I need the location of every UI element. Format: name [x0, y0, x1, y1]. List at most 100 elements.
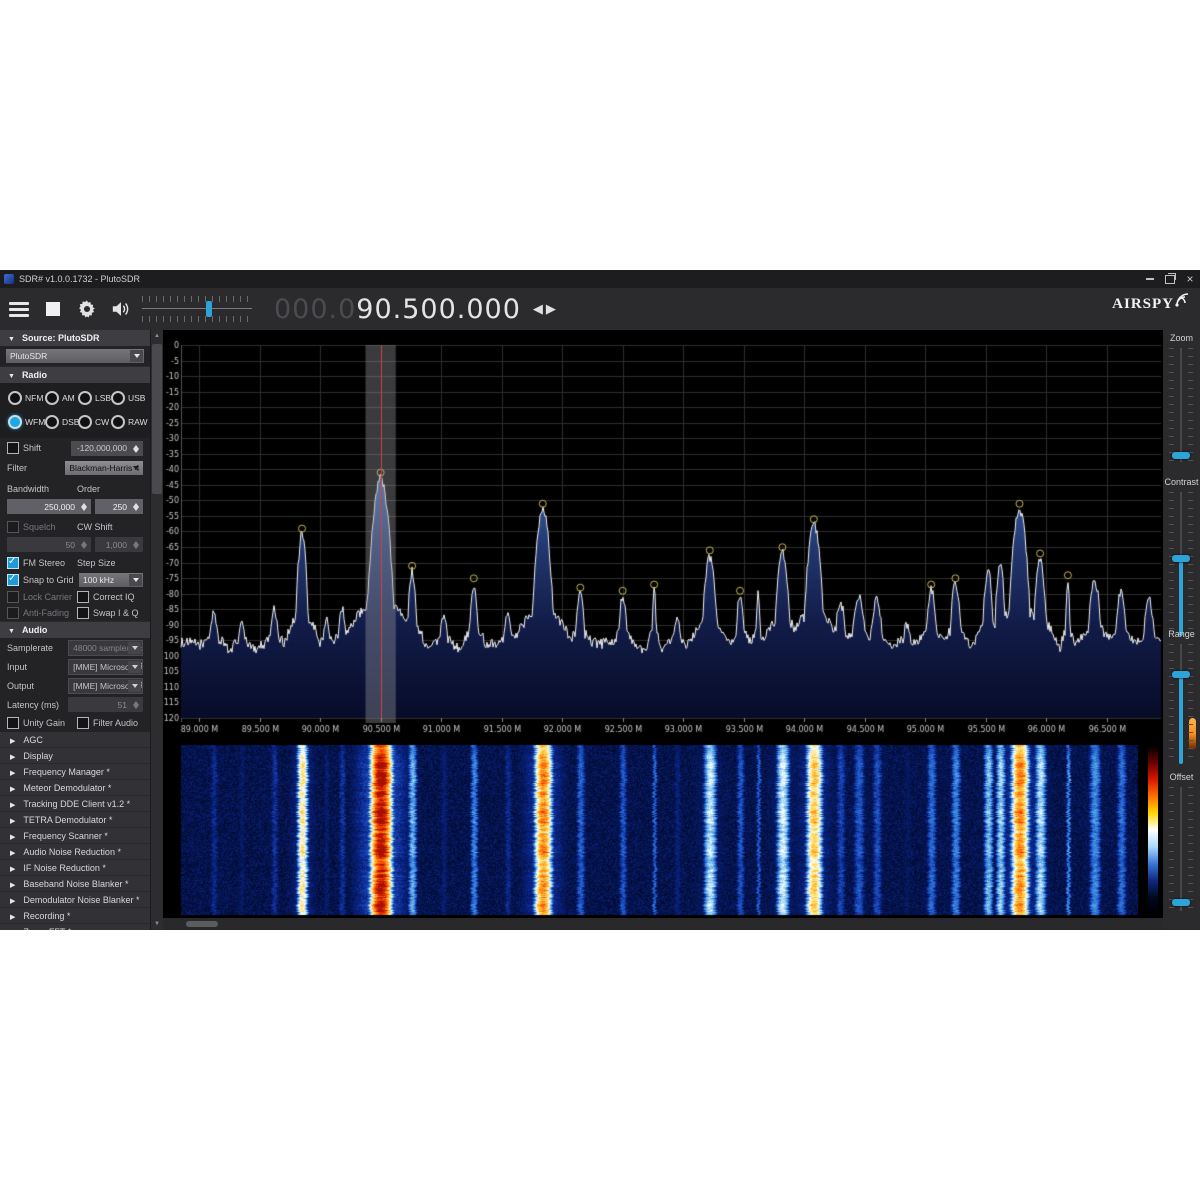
audio-output-select[interactable]: [MME] Microsoft 声 — [68, 678, 143, 694]
unity-gain-checkbox[interactable]: Unity Gain — [7, 717, 73, 729]
spinner-arrows-icon[interactable] — [130, 442, 142, 455]
panel-audio-noise-reduction[interactable]: Audio Noise Reduction * — [0, 844, 150, 860]
tune-up-icon[interactable]: ▶ — [546, 301, 556, 317]
correct-iq-checkbox[interactable]: Correct IQ — [77, 591, 143, 603]
volume-slider-thumb[interactable] — [206, 301, 212, 317]
shift-value: -120,000,000 — [77, 443, 127, 453]
shift-checkbox[interactable]: Shift — [7, 442, 67, 454]
mode-usb[interactable]: USB — [111, 391, 147, 405]
audio-input-label: Input — [7, 662, 64, 672]
lock-carrier-checkbox[interactable]: Lock Carrier — [7, 591, 73, 603]
frequency-dim-digits: 000.0 — [274, 294, 356, 325]
volume-slider[interactable] — [142, 294, 252, 324]
panel-agc[interactable]: AGC — [0, 732, 150, 748]
close-button[interactable]: × — [1180, 270, 1200, 288]
slider-track — [1180, 787, 1182, 911]
spinner-arrows-icon[interactable] — [130, 500, 142, 513]
title-bar: SDR# v1.0.0.1732 - PlutoSDR × — [0, 270, 1200, 288]
mode-wfm[interactable]: WFM — [8, 415, 45, 429]
fm-stereo-checkbox[interactable]: FM Stereo — [7, 557, 73, 569]
audio-mute-button[interactable] — [106, 293, 136, 325]
expand-triangle-icon — [10, 767, 15, 777]
source-device-select[interactable]: PlutoSDR — [6, 349, 144, 363]
filter-audio-checkbox[interactable]: Filter Audio — [77, 717, 143, 729]
slider-thumb[interactable] — [1172, 671, 1190, 678]
panel-frequency-scanner[interactable]: Frequency Scanner * — [0, 828, 150, 844]
dropdown-arrow-icon — [128, 642, 141, 654]
shift-value-input[interactable]: -120,000,000 — [71, 441, 143, 456]
radio-section-header[interactable]: Radio — [0, 366, 150, 383]
scroll-up-icon[interactable]: ▲ — [151, 330, 163, 342]
latency-input[interactable]: 51 — [68, 697, 143, 712]
panel-frequency-manager[interactable]: Frequency Manager * — [0, 764, 150, 780]
frequency-scrollbar-thumb[interactable] — [186, 921, 218, 927]
panel-demodulator-noise-blanker[interactable]: Demodulator Noise Blanker * — [0, 892, 150, 908]
panel-label: Meteor Demodulator * — [23, 783, 111, 793]
order-input[interactable]: 250 — [95, 499, 143, 514]
scrollbar-thumb[interactable] — [152, 344, 162, 494]
audio-section-header[interactable]: Audio — [0, 621, 150, 638]
app-icon — [4, 274, 14, 284]
settings-button[interactable] — [72, 293, 102, 325]
panel-baseband-noise-blanker[interactable]: Baseband Noise Blanker * — [0, 876, 150, 892]
spinner-arrows-icon[interactable] — [78, 500, 90, 513]
mode-nfm[interactable]: NFM — [8, 391, 45, 405]
slider-fill — [1179, 677, 1183, 764]
stop-button[interactable] — [38, 293, 68, 325]
minimize-icon — [1146, 278, 1154, 280]
panel-zoom-fft[interactable]: Zoom FFT * — [0, 924, 150, 930]
mode-am[interactable]: AM — [45, 391, 78, 405]
minimize-button[interactable] — [1140, 270, 1160, 288]
frequency-display[interactable]: 000.090.500.000 — [274, 294, 521, 325]
spinner-arrows-icon — [130, 538, 142, 551]
restore-button[interactable] — [1160, 270, 1180, 288]
squelch-checkbox[interactable]: Squelch — [7, 521, 73, 533]
audio-input-select[interactable]: [MME] Microsoft 声 — [68, 659, 143, 675]
panel-if-noise-reduction[interactable]: IF Noise Reduction * — [0, 860, 150, 876]
anti-fading-checkbox[interactable]: Anti-Fading — [7, 607, 73, 619]
lock-carrier-label: Lock Carrier — [23, 592, 72, 602]
contrast-slider[interactable] — [1169, 492, 1193, 636]
expand-triangle-icon — [10, 879, 15, 889]
panel-recording[interactable]: Recording * — [0, 908, 150, 924]
expand-triangle-icon — [10, 783, 15, 793]
slider-thumb[interactable] — [1172, 899, 1190, 906]
cw-shift-value: 1,000 — [106, 540, 127, 550]
panel-display[interactable]: Display — [0, 748, 150, 764]
page: SDR# v1.0.0.1732 - PlutoSDR × — [0, 0, 1200, 1200]
scroll-down-icon[interactable]: ▼ — [151, 918, 163, 930]
filter-label: Filter — [7, 463, 61, 473]
mode-label: CW — [95, 417, 109, 427]
mode-dsb[interactable]: DSB — [45, 415, 78, 429]
panel-meteor-demodulator[interactable]: Meteor Demodulator * — [0, 780, 150, 796]
mode-raw[interactable]: RAW — [111, 415, 147, 429]
panel-tracking-dde-client-v1-2[interactable]: Tracking DDE Client v1.2 * — [0, 796, 150, 812]
panel-label: IF Noise Reduction * — [23, 863, 106, 873]
slider-thumb[interactable] — [1172, 555, 1190, 562]
menu-button[interactable] — [4, 293, 34, 325]
cw-shift-label: CW Shift — [77, 522, 143, 532]
bandwidth-input[interactable]: 250,000 — [7, 499, 91, 514]
range-slider[interactable] — [1169, 644, 1193, 764]
snap-to-grid-checkbox[interactable]: Snap to Grid — [7, 574, 75, 586]
mode-lsb[interactable]: LSB — [78, 391, 111, 405]
panel-scrollbar[interactable]: ▲ ▼ — [151, 330, 163, 930]
close-icon: × — [1186, 274, 1193, 284]
swap-iq-checkbox[interactable]: Swap I & Q — [77, 607, 143, 619]
step-size-select[interactable]: 100 kHz — [79, 573, 143, 587]
panel-tetra-demodulator[interactable]: TETRA Demodulator * — [0, 812, 150, 828]
radio-icon — [78, 391, 92, 405]
filter-select[interactable]: Blackman-Harris 4 — [65, 461, 143, 475]
zoom-slider[interactable] — [1169, 348, 1193, 462]
stop-icon — [46, 302, 60, 316]
spinner-arrows-icon[interactable] — [130, 698, 142, 711]
waterfall-display[interactable] — [163, 742, 1163, 918]
spectrum-display[interactable] — [163, 330, 1163, 742]
slider-fill — [1179, 561, 1183, 636]
offset-slider[interactable] — [1169, 787, 1193, 911]
slider-thumb[interactable] — [1172, 452, 1190, 459]
mode-cw[interactable]: CW — [78, 415, 111, 429]
tune-down-icon[interactable]: ◀ — [533, 301, 543, 317]
source-section-header[interactable]: Source: PlutoSDR — [0, 330, 150, 346]
frequency-scrollbar[interactable] — [163, 918, 1163, 930]
